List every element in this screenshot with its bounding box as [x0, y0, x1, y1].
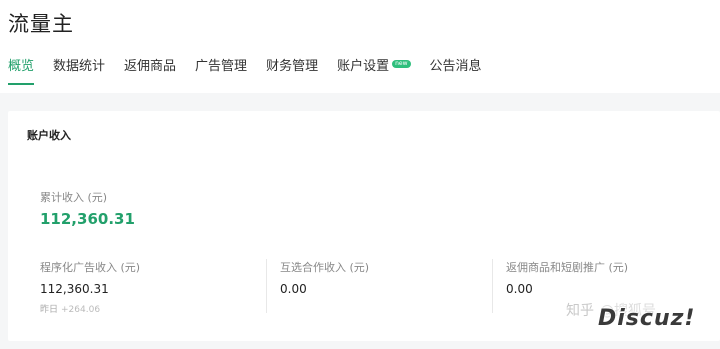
metric-mutual-cooperation: 互选合作收入 (元) 0.00	[280, 259, 369, 315]
card-title: 账户收入	[27, 129, 71, 142]
divider	[492, 259, 493, 313]
metric-label: 返佣商品和短剧推广 (元)	[506, 261, 629, 274]
tab-finance[interactable]: 财务管理	[266, 57, 318, 85]
metric-programmatic-ads: 程序化广告收入 (元) 112,360.31 昨日 +264.06	[40, 259, 140, 315]
page-title: 流量主	[8, 12, 74, 36]
metric-value: 112,360.31	[40, 282, 109, 296]
tab-rebate-products[interactable]: 返佣商品	[124, 57, 176, 85]
main-tabs: 概览 数据统计 返佣商品 广告管理 财务管理 账户设置 new 公告消息	[8, 57, 501, 85]
tab-announcements[interactable]: 公告消息	[430, 57, 482, 85]
divider	[266, 259, 267, 313]
watermark-left: 知乎	[566, 303, 594, 319]
metric-label: 程序化广告收入 (元)	[40, 261, 141, 274]
metric-yesterday: 昨日 +264.06	[40, 302, 140, 315]
yesterday-delta: +264.06	[61, 305, 101, 315]
tab-account-settings-label: 账户设置	[337, 59, 390, 74]
metric-value: 0.00	[280, 282, 307, 296]
tab-account-settings[interactable]: 账户设置 new	[337, 57, 411, 85]
total-income-value: 112,360.31	[40, 210, 135, 228]
yesterday-label: 昨日	[40, 305, 59, 315]
tab-data-stats[interactable]: 数据统计	[53, 57, 105, 85]
tab-ad-management[interactable]: 广告管理	[195, 57, 247, 85]
discuz-logo: Discuz!	[598, 306, 696, 331]
total-income-label: 累计收入 (元)	[40, 191, 108, 204]
top-bar: 流量主 概览 数据统计 返佣商品 广告管理 财务管理 账户设置 new 公告消息	[0, 0, 720, 93]
new-badge: new	[392, 60, 411, 68]
metric-value: 0.00	[506, 282, 533, 296]
metric-label: 互选合作收入 (元)	[280, 261, 370, 274]
tab-overview[interactable]: 概览	[8, 57, 35, 85]
